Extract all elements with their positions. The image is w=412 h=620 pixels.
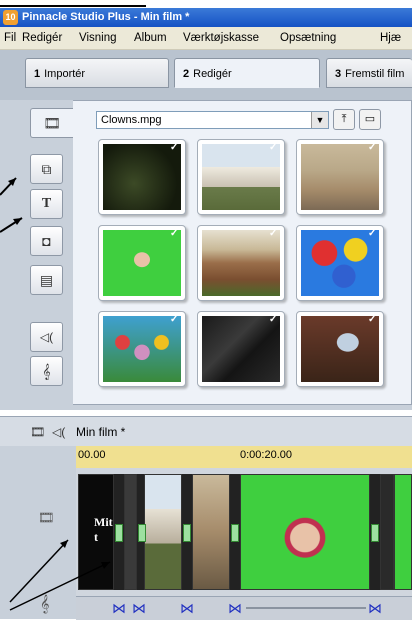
annotation-arrows <box>0 177 111 611</box>
annotation-arrow <box>9 539 69 603</box>
